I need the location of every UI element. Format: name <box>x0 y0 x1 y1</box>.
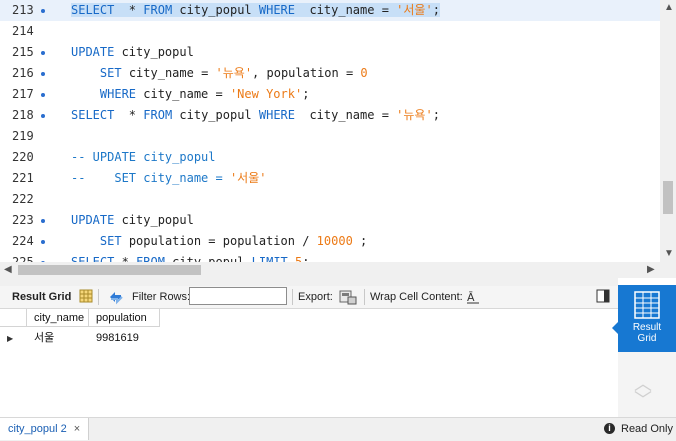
editor-vertical-scrollbar[interactable] <box>660 0 676 262</box>
result-tab[interactable]: city_popul 2 × <box>0 418 90 440</box>
scroll-up-arrow-icon[interactable]: ▲ <box>664 0 674 16</box>
line-number: 219 <box>12 129 34 143</box>
statement-marker-icon <box>41 9 45 13</box>
export-label: Export: <box>298 291 333 303</box>
current-row-arrow-icon: ▶ <box>7 334 14 343</box>
line-number: 221 <box>12 171 34 185</box>
result-tab-label: city_popul 2 <box>8 423 67 435</box>
code-text: SET city_name = '뉴욕', population = 0 <box>99 66 368 80</box>
statement-marker-icon <box>41 93 45 97</box>
row-selector[interactable]: ▶ <box>0 329 27 347</box>
line-number: 225 <box>12 255 34 262</box>
code-line[interactable]: 219 <box>0 126 660 147</box>
status-bar: city_popul 2 × i Read Only <box>0 417 676 441</box>
toggle-panel-icon[interactable] <box>596 289 610 308</box>
line-number: 215 <box>12 45 34 59</box>
code-line[interactable]: 224 SET population = population / 10000 … <box>0 231 660 252</box>
code-line[interactable]: 223 UPDATE city_popul <box>0 210 660 231</box>
code-text: SET population = population / 10000 ; <box>99 234 368 248</box>
code-text: UPDATE city_popul <box>71 213 194 227</box>
result-grid: city_name population ▶ 서울 9981619 <box>0 309 618 417</box>
line-number: 217 <box>12 87 34 101</box>
code-text: SELECT * FROM city_popul LIMIT 5; <box>71 255 310 262</box>
line-number: 220 <box>12 150 34 164</box>
line-number: 223 <box>12 213 34 227</box>
code-line[interactable]: 222 <box>0 189 660 210</box>
scroll-down-arrow-icon[interactable]: ▼ <box>664 246 674 262</box>
close-tab-icon[interactable]: × <box>74 423 80 435</box>
grid-view-icon[interactable] <box>79 289 93 308</box>
editor-vertical-scroll-thumb[interactable] <box>663 181 673 214</box>
scroll-right-arrow-icon[interactable]: ▶ <box>647 262 655 278</box>
code-line[interactable]: 218 SELECT * FROM city_popul WHERE city_n… <box>0 105 660 126</box>
filter-rows-input[interactable] <box>189 287 287 305</box>
wrap-cell-content-label: Wrap Cell Content: <box>370 291 463 303</box>
editor-horizontal-scroll-thumb[interactable] <box>18 265 201 275</box>
line-number: 218 <box>12 108 34 122</box>
side-pointer-icon <box>612 322 618 334</box>
result-grid-icon <box>634 291 660 319</box>
scrollbar-corner <box>660 262 676 278</box>
code-line[interactable]: 215 UPDATE city_popul <box>0 42 660 63</box>
code-text: UPDATE city_popul <box>71 45 194 59</box>
code-line[interactable]: 213 SELECT * FROM city_popul WHERE city_n… <box>0 0 660 21</box>
info-icon: i <box>604 423 615 434</box>
code-text: WHERE city_name = 'New York'; <box>99 87 310 101</box>
result-toolbar: Result Grid Filter Rows: Export: Wrap Ce… <box>0 286 618 309</box>
line-number: 214 <box>12 24 34 38</box>
sql-editor[interactable]: 213 SELECT * FROM city_popul WHERE city_n… <box>0 0 660 262</box>
statement-marker-icon <box>41 219 45 223</box>
panel-splitter[interactable] <box>0 278 618 286</box>
read-only-label: Read Only <box>621 423 673 435</box>
code-line[interactable]: 221 -- SET city_name = '서울' <box>0 168 660 189</box>
statement-marker-icon <box>41 114 45 118</box>
export-icon[interactable] <box>339 289 357 310</box>
row-header-corner <box>0 309 27 327</box>
code-text: -- SET city_name = '서울' <box>71 171 267 185</box>
line-number: 213 <box>12 3 34 17</box>
svg-text:Ā: Ā <box>467 291 475 304</box>
scroll-panels-icon[interactable]: ︿ ﹀ <box>634 375 652 409</box>
statement-marker-icon <box>41 240 45 244</box>
table-cell-population[interactable]: 9981619 <box>89 329 160 347</box>
line-number: 222 <box>12 192 34 206</box>
statement-marker-icon <box>41 72 45 76</box>
scroll-left-arrow-icon[interactable]: ◀ <box>4 262 12 278</box>
line-number: 224 <box>12 234 34 248</box>
result-grid-label[interactable]: Result Grid <box>12 286 71 308</box>
result-grid-side-label-line1: Result <box>632 322 662 333</box>
column-header-city-name[interactable]: city_name <box>27 309 89 327</box>
code-text: -- UPDATE city_popul <box>71 150 216 164</box>
code-text: SELECT * FROM city_popul WHERE city_name… <box>71 108 440 122</box>
wrap-text-icon[interactable]: Ā <box>466 289 480 310</box>
statement-marker-icon <box>41 51 45 55</box>
code-text: SELECT * FROM city_popul WHERE city_name… <box>71 3 440 17</box>
column-header-population[interactable]: population <box>89 309 160 327</box>
line-number: 216 <box>12 66 34 80</box>
filter-rows-label: Filter Rows: <box>132 291 191 303</box>
code-line[interactable]: 217 WHERE city_name = 'New York'; <box>0 84 660 105</box>
result-grid-side-button[interactable]: Result Grid <box>618 285 676 352</box>
code-line[interactable]: 225 SELECT * FROM city_popul LIMIT 5; <box>0 252 660 262</box>
result-grid-side-label-line2: Grid <box>637 333 657 344</box>
code-line[interactable]: 216 SET city_name = '뉴욕', population = 0 <box>0 63 660 84</box>
code-line[interactable]: 220 -- UPDATE city_popul <box>0 147 660 168</box>
table-cell-city-name[interactable]: 서울 <box>27 329 89 347</box>
code-line[interactable]: 214 <box>0 21 660 42</box>
refresh-icon[interactable] <box>107 289 125 310</box>
